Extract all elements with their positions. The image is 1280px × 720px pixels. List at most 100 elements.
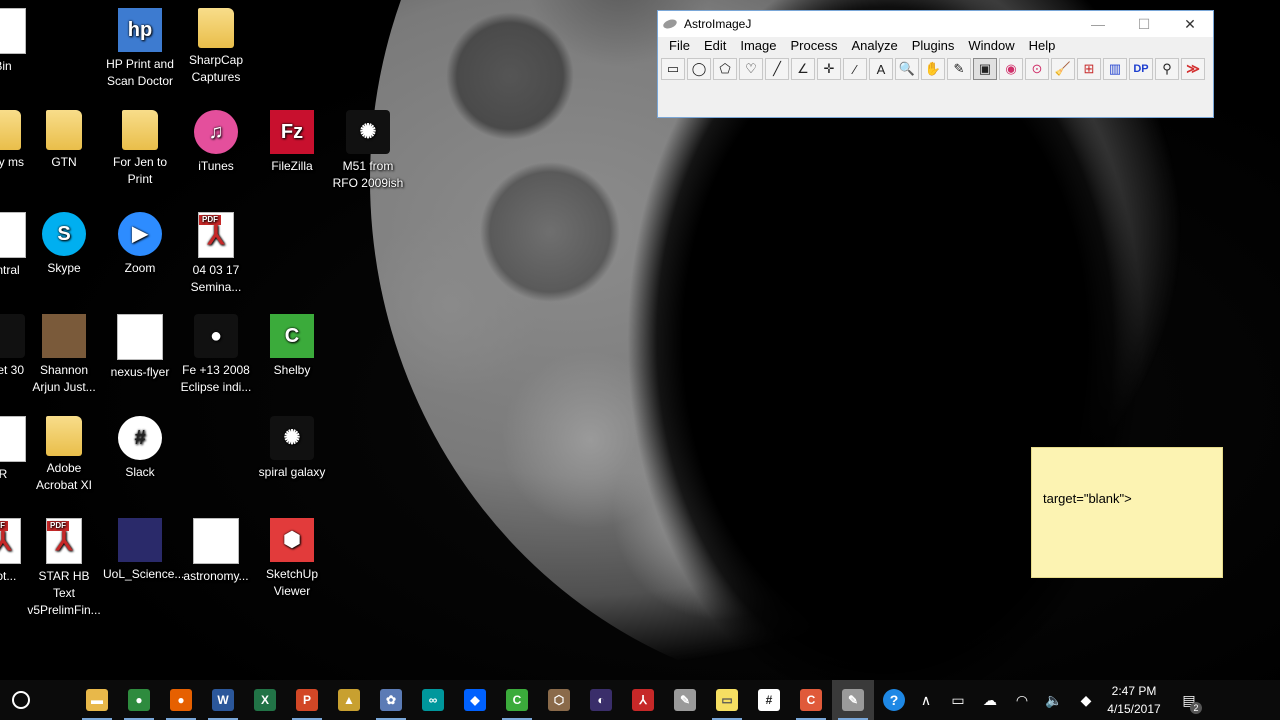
taskbar-excel[interactable]: X: [244, 680, 286, 720]
menu-file[interactable]: File: [662, 37, 697, 55]
desktop-icon[interactable]: Shannon Arjun Just...: [27, 314, 101, 396]
desktop-icon[interactable]: UoL_Science...: [103, 518, 185, 583]
menu-image[interactable]: Image: [733, 37, 783, 55]
taskbar-chrome[interactable]: ●: [118, 680, 160, 720]
desktop-icon-label: UoL_Science...: [103, 567, 185, 581]
desktop-icon[interactable]: SharpCap Captures: [179, 8, 253, 86]
desktop-icon[interactable]: ⅄ STAR HB Text v5PrelimFin...: [27, 518, 101, 619]
taskbar-astroimagej[interactable]: ✎: [832, 680, 874, 720]
close-button[interactable]: ✕: [1167, 11, 1213, 37]
desktop-icon[interactable]: ▶ Zoom: [103, 212, 177, 277]
taskbar-camtasia[interactable]: C: [496, 680, 538, 720]
oval-tool[interactable]: ◯: [687, 58, 711, 80]
volume-icon[interactable]: 🔈: [1038, 680, 1070, 720]
astroimagej-window[interactable]: AstroImageJ — ☐ ✕ File Edit Image Proces…: [657, 10, 1214, 118]
menu-plugins[interactable]: Plugins: [905, 37, 962, 55]
desktop-icon[interactable]: Bin: [0, 8, 40, 75]
taskbar-firefox[interactable]: ●: [160, 680, 202, 720]
pipette-tool[interactable]: ⚲: [1155, 58, 1179, 80]
menu-edit[interactable]: Edit: [697, 37, 733, 55]
aperture-tool[interactable]: ◉: [999, 58, 1023, 80]
menu-help[interactable]: Help: [1022, 37, 1063, 55]
dropper-tool[interactable]: ✎: [947, 58, 971, 80]
minimize-button[interactable]: —: [1075, 11, 1121, 37]
polygon-tool[interactable]: ⬠: [713, 58, 737, 80]
taskbar-sketchup[interactable]: ⬡: [538, 680, 580, 720]
desktop-icon[interactable]: ✺ M51 from RFO 2009ish: [331, 110, 405, 192]
wand-tool[interactable]: ⁄: [843, 58, 867, 80]
taskbar-astroimagej-a[interactable]: ✎: [664, 680, 706, 720]
wifi-icon[interactable]: ◠: [1006, 680, 1038, 720]
itunes-icon: ♫: [194, 110, 238, 154]
desktop-icon[interactable]: Adobe Acrobat XI: [27, 416, 101, 494]
taskbar-slack[interactable]: #: [748, 680, 790, 720]
taskbar-paint[interactable]: ✿: [370, 680, 412, 720]
taskbar-powerpoint[interactable]: P: [286, 680, 328, 720]
desktop-icon-label: GTN: [51, 155, 77, 169]
desktop-icon[interactable]: ♫ iTunes: [179, 110, 253, 175]
desktop-icon[interactable]: C Shelby: [255, 314, 329, 379]
desktop-icon[interactable]: ✺ spiral galaxy: [255, 416, 329, 481]
file-explorer-icon: ▬: [86, 689, 108, 711]
cortana-button[interactable]: [0, 680, 42, 720]
multi-aperture-tool[interactable]: ⊙: [1025, 58, 1049, 80]
hand-tool[interactable]: ✋: [921, 58, 945, 80]
grid-tool[interactable]: ⊞: [1077, 58, 1101, 80]
point-tool[interactable]: ✛: [817, 58, 841, 80]
desktop-icon[interactable]: GTN: [27, 110, 101, 171]
video-icon: C: [270, 314, 314, 358]
astro-tool[interactable]: ▣: [973, 58, 997, 80]
desktop-icon[interactable]: ⅄ 04 03 17 Semina...: [179, 212, 253, 296]
tray-chevron-icon[interactable]: ∧: [910, 680, 942, 720]
desktop-icon[interactable]: Fz FileZilla: [255, 110, 329, 175]
taskbar-camtasia-recorder[interactable]: C: [790, 680, 832, 720]
rectangle-tool[interactable]: ▭: [661, 58, 685, 80]
desktop-icon[interactable]: ⬢ SketchUp Viewer: [255, 518, 329, 600]
battery-icon[interactable]: ▭: [942, 680, 974, 720]
polygon-tool-icon: ⬠: [719, 61, 731, 76]
notifications-icon[interactable]: ▤ 2: [1166, 680, 1212, 720]
freehand-tool[interactable]: ♡: [739, 58, 763, 80]
skype-icon: S: [42, 212, 86, 256]
camtasia-icon: C: [506, 689, 528, 711]
help-icon[interactable]: ?: [878, 680, 910, 720]
sticky-note[interactable]: target="blank">: [1031, 447, 1223, 578]
desktop-icon[interactable]: ● Fe +13 2008 Eclipse indi...: [179, 314, 253, 396]
taskbar-acrobat[interactable]: ⅄: [622, 680, 664, 720]
desktop-icon[interactable]: astronomy...: [179, 518, 253, 585]
angle-tool[interactable]: ∠: [791, 58, 815, 80]
taskbar-stellarium[interactable]: ◐: [580, 680, 622, 720]
dropbox-tray-icon[interactable]: ◆: [1070, 680, 1102, 720]
pipette-tool-icon: ⚲: [1162, 61, 1172, 76]
recycle-bin-icon: [0, 8, 26, 54]
text-tool[interactable]: A: [869, 58, 893, 80]
clear-tool[interactable]: 🧹: [1051, 58, 1075, 80]
zoom-tool[interactable]: 🔍: [895, 58, 919, 80]
desktop-icon[interactable]: For Jen to Print: [103, 110, 177, 188]
desktop-icon[interactable]: hp HP Print and Scan Doctor: [103, 8, 177, 90]
taskbar-word[interactable]: W: [202, 680, 244, 720]
clock[interactable]: 2:47 PM 4/15/2017: [1102, 682, 1166, 718]
desktop-icon[interactable]: # Slack: [103, 416, 177, 481]
pdf-doc-icon: [193, 518, 239, 564]
taskbar-app-colorful[interactable]: ▲: [328, 680, 370, 720]
desktop-icon-label: spiral galaxy: [258, 465, 326, 479]
more-tools[interactable]: ≫: [1181, 58, 1205, 80]
taskbar-dropbox[interactable]: ◆: [454, 680, 496, 720]
desktop-icon[interactable]: nexus-flyer: [103, 314, 177, 381]
desktop-icon-label: Adobe Acrobat XI: [35, 461, 93, 492]
taskbar-sticky-notes[interactable]: ▭: [706, 680, 748, 720]
dp-tool[interactable]: DP: [1129, 58, 1153, 80]
menu-analyze[interactable]: Analyze: [844, 37, 904, 55]
maximize-button[interactable]: ☐: [1121, 11, 1167, 37]
menu-process[interactable]: Process: [784, 37, 845, 55]
desktop-icon[interactable]: S Skype: [27, 212, 101, 277]
onedrive-icon[interactable]: ☁: [974, 680, 1006, 720]
window-titlebar[interactable]: AstroImageJ — ☐ ✕: [658, 11, 1213, 37]
menu-window[interactable]: Window: [961, 37, 1021, 55]
columns-tool[interactable]: ▥: [1103, 58, 1127, 80]
taskbar-file-explorer[interactable]: ▬: [76, 680, 118, 720]
line-tool[interactable]: ╱: [765, 58, 789, 80]
desktop-icon-label: HP Print and Scan Doctor: [106, 57, 174, 88]
taskbar-arduino[interactable]: ∞: [412, 680, 454, 720]
